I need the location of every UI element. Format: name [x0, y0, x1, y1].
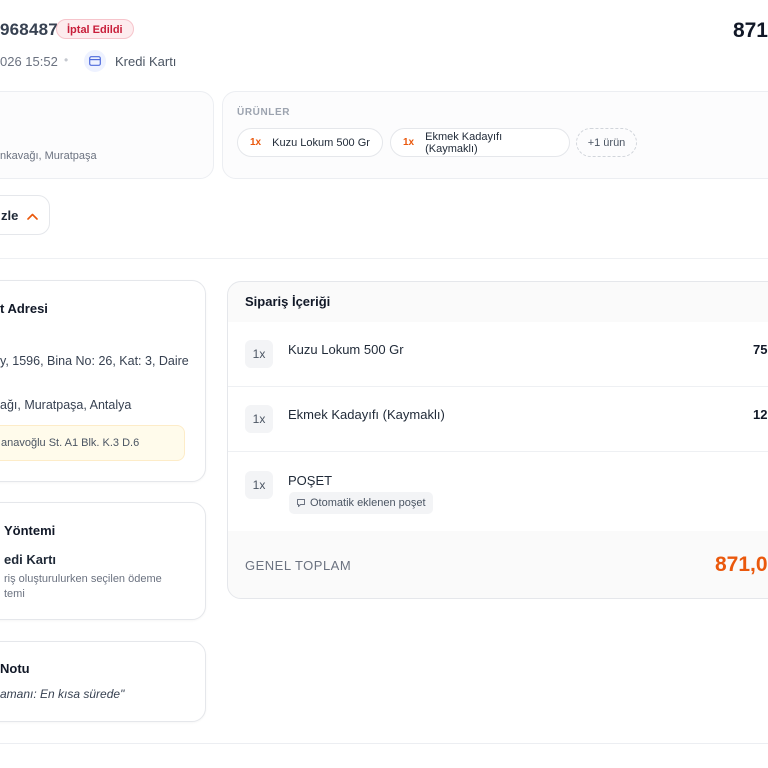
item-name: Ekmek Kadayıfı (Kaymaklı)	[288, 407, 445, 422]
grand-total-label: GENEL TOPLAM	[245, 558, 352, 573]
order-note-text: amanı: En kısa sürede"	[0, 687, 125, 701]
toggle-details-label: zle	[1, 207, 19, 223]
payment-method-desc-2: temi	[4, 588, 25, 600]
products-heading: ÜRÜNLER	[237, 107, 291, 118]
product-chip-name: Kuzu Lokum 500 Gr	[272, 136, 370, 149]
payment-method-value: edi Kartı	[4, 552, 57, 567]
product-chip-name: Ekmek Kadayıfı (Kaymaklı)	[425, 130, 503, 155]
grand-total-value: 871,0	[715, 553, 768, 576]
item-name: POŞET	[288, 473, 333, 488]
address-note: anavoğlu St. A1 Blk. K.3 D.6	[0, 425, 185, 461]
payment-method-desc-1: riş oluşturulurken seçilen ödeme	[4, 573, 162, 585]
order-number: 968487	[0, 20, 58, 39]
row-divider	[228, 386, 768, 387]
toggle-details-button[interactable]: zle	[0, 195, 50, 235]
order-note-card	[0, 641, 206, 722]
divider	[0, 258, 768, 259]
chat-bubble-icon	[296, 498, 306, 508]
item-qty: 1x	[245, 471, 273, 499]
product-chip-qty: 1x	[403, 137, 415, 148]
item-price: 75	[753, 342, 768, 357]
credit-card-icon	[84, 50, 106, 72]
auto-added-tag: Otomatik eklenen poşet	[289, 492, 433, 514]
product-chip: 1x Kuzu Lokum 500 Gr	[237, 128, 383, 157]
payment-method-header: Kredi Kartı	[115, 54, 177, 69]
auto-added-tag-label: Otomatik eklenen poşet	[310, 497, 426, 509]
product-chip-qty: 1x	[250, 137, 262, 148]
product-chip: 1x Ekmek Kadayıfı (Kaymaklı)	[390, 128, 570, 157]
item-price: 12	[753, 407, 768, 422]
address-line-1: y, 1596, Bina No: 26, Kat: 3, Daire	[0, 354, 189, 368]
delivery-address-title: t Adresi	[0, 301, 48, 316]
item-name: Kuzu Lokum 500 Gr	[288, 342, 404, 357]
item-qty: 1x	[245, 405, 273, 433]
chevron-up-icon	[27, 208, 39, 223]
order-note-title: Notu	[0, 661, 30, 676]
status-badge: İptal Edildi	[56, 19, 134, 39]
separator-dot: •	[64, 53, 69, 67]
order-items-title: Sipariş İçeriği	[245, 294, 331, 309]
row-divider	[228, 451, 768, 452]
order-total-header: 871	[732, 19, 768, 42]
address-summary-text: nkavağı, Muratpaşa	[0, 150, 97, 162]
address-summary-card	[0, 91, 214, 179]
order-date: 026 15:52	[0, 54, 58, 69]
more-products-chip[interactable]: +1 ürün	[576, 128, 637, 157]
divider	[0, 743, 768, 744]
payment-method-title: Yöntemi	[4, 523, 56, 538]
item-qty: 1x	[245, 340, 273, 368]
address-line-2: ağı, Muratpaşa, Antalya	[0, 398, 132, 412]
